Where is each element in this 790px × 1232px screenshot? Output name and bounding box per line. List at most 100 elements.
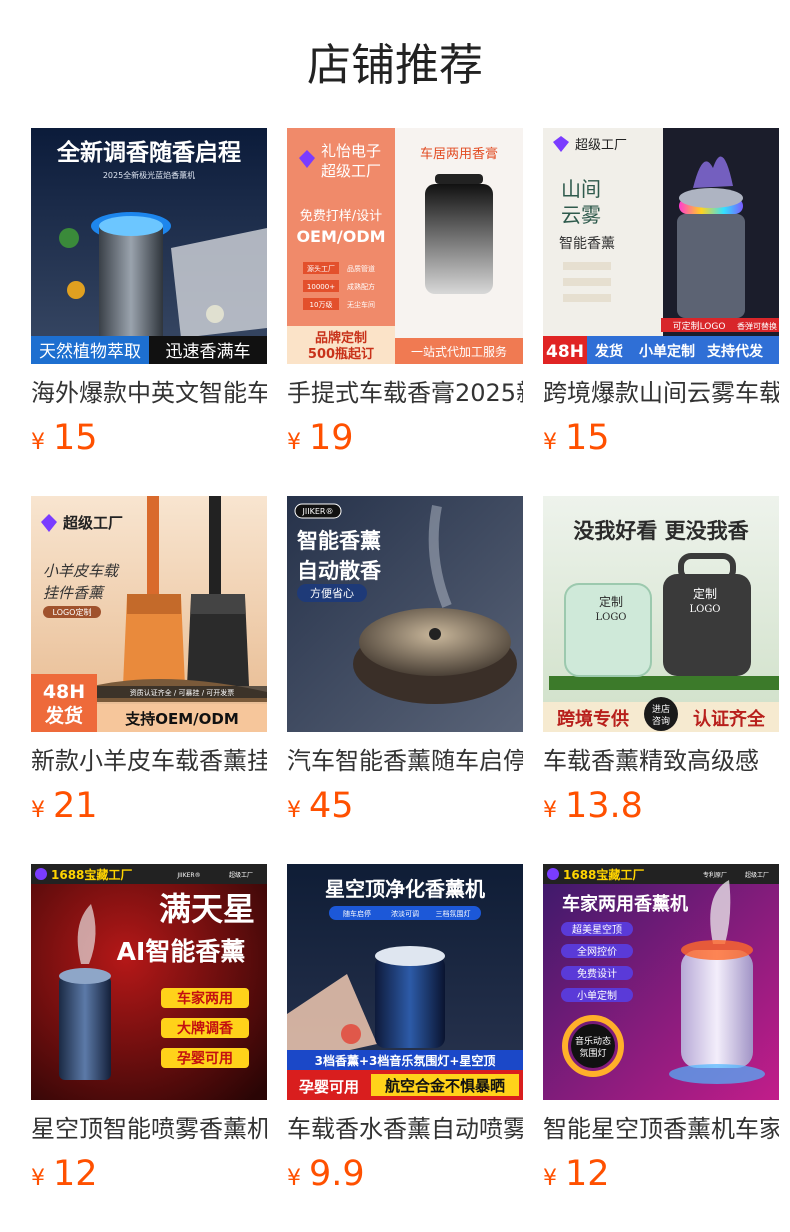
image-text: 定制 xyxy=(599,594,623,609)
image-text: 3档香薰+3档音乐氛围灯+星空顶 xyxy=(315,1053,496,1068)
product-card[interactable]: 1688宝藏工厂 专利原厂 超级工厂 车家两用香薰机 超美星空顶 全网控价 免费… xyxy=(543,864,779,1228)
product-image[interactable]: 星空顶净化香薰机 随车启停 浓淡可调 三档氛围灯 3档香薰+3档音乐氛围灯+星空… xyxy=(287,864,523,1100)
product-card[interactable]: 超级工厂 山间 云雾 智能香薰 可定制LOGO 香弹可替换 48H 发货 小单定… xyxy=(543,128,779,492)
currency-symbol: ¥ xyxy=(31,798,45,823)
image-text: 音乐动态 xyxy=(575,1035,611,1047)
price-value: 15 xyxy=(565,418,610,458)
product-name[interactable]: 手提式车载香膏2025新款 xyxy=(287,376,523,410)
image-text: 满天星 xyxy=(159,890,255,928)
price-value: 13.8 xyxy=(565,786,643,826)
product-image[interactable]: 全新调香随香启程 2025全新极光蓝焰香薰机 天然植物萃取 迅速香满车 xyxy=(31,128,267,364)
image-text: 挂件香薰 xyxy=(43,584,105,602)
image-text: 500瓶起订 xyxy=(308,346,374,362)
image-text: 小单定制 xyxy=(639,343,695,360)
image-text: 1688宝藏工厂 xyxy=(563,867,644,882)
currency-symbol: ¥ xyxy=(287,430,301,455)
product-price: ¥12 xyxy=(31,1154,267,1194)
image-text: 超美星空顶 xyxy=(572,923,622,936)
image-text: 自动散香 xyxy=(297,559,382,583)
product-image[interactable]: 礼怡电子 超级工厂 车居两用香膏 免费打样/设计 OEM/ODM 源头工厂 品质… xyxy=(287,128,523,364)
product-card[interactable]: 1688宝藏工厂 JIIKER® 超级工厂 满天星 AI智能香薰 车家两用 大牌… xyxy=(31,864,267,1228)
image-text: 超级工厂 xyxy=(745,871,769,879)
image-text: 免费设计 xyxy=(577,967,617,980)
image-text: 星空顶净化香薰机 xyxy=(325,877,485,901)
product-price: ¥15 xyxy=(31,418,267,458)
image-text: 成熟配方 xyxy=(347,282,375,291)
image-text: 小单定制 xyxy=(577,989,617,1002)
product-price: ¥21 xyxy=(31,786,267,826)
image-text: 发货 xyxy=(594,343,623,360)
price-value: 15 xyxy=(53,418,98,458)
product-name[interactable]: 车载香水香薰自动喷雾 xyxy=(287,1112,523,1146)
image-text: 资质认证齐全 / 可暴挂 / 可开发票 xyxy=(130,688,235,697)
image-text: 随车启停 xyxy=(343,909,371,918)
image-text: 山间 xyxy=(561,177,601,201)
image-text: LOGO xyxy=(595,612,626,623)
image-text: 品牌定制 xyxy=(315,330,367,346)
product-card[interactable]: 全新调香随香启程 2025全新极光蓝焰香薰机 天然植物萃取 迅速香满车 海外爆款… xyxy=(31,128,267,492)
image-text: 孕婴可用 xyxy=(177,1050,233,1067)
image-text: 48H xyxy=(43,681,85,703)
product-image[interactable]: 超级工厂 山间 云雾 智能香薰 可定制LOGO 香弹可替换 48H 发货 小单定… xyxy=(543,128,779,364)
image-text: 超级工厂 xyxy=(575,138,627,153)
image-text: 发货 xyxy=(44,704,83,727)
price-value: 12 xyxy=(565,1154,610,1194)
image-text: 氛围灯 xyxy=(579,1047,606,1059)
product-name[interactable]: 新款小羊皮车载香薰挂件 xyxy=(31,744,267,778)
product-image[interactable]: 没我好看 更没我香 定制 LOGO 定制 LOGO 跨境专供 进店 咨询 认证齐… xyxy=(543,496,779,732)
image-text: 源头工厂 xyxy=(307,264,335,273)
product-name[interactable]: 跨境爆款山间云雾车载香薰 xyxy=(543,376,779,410)
image-text: 免费打样/设计 xyxy=(300,209,382,224)
image-text: 跨境专供 xyxy=(557,708,629,730)
product-name[interactable]: 汽车智能香薰随车启停 xyxy=(287,744,523,778)
price-value: 12 xyxy=(53,1154,98,1194)
product-price: ¥45 xyxy=(287,786,523,826)
image-text: 进店 xyxy=(652,703,670,715)
image-text: AI智能香薰 xyxy=(117,937,246,966)
product-image[interactable]: 1688宝藏工厂 专利原厂 超级工厂 车家两用香薰机 超美星空顶 全网控价 免费… xyxy=(543,864,779,1100)
image-text: 天然植物萃取 xyxy=(39,342,141,362)
image-text: 大牌调香 xyxy=(177,1020,234,1037)
product-name[interactable]: 海外爆款中英文智能车载香薰机 xyxy=(31,376,267,410)
image-text: JIIKER® xyxy=(176,872,200,879)
product-image[interactable]: JIIKER® 智能香薰 自动散香 方便省心 xyxy=(287,496,523,732)
image-text: 咨询 xyxy=(652,715,670,727)
image-text: 车家两用香薰机 xyxy=(562,893,688,915)
product-grid: 全新调香随香启程 2025全新极光蓝焰香薰机 天然植物萃取 迅速香满车 海外爆款… xyxy=(31,128,779,1228)
image-text: 超级工厂 xyxy=(229,871,253,879)
product-name[interactable]: 车载香薰精致高级感 xyxy=(543,744,779,778)
image-text: OEM/ODM xyxy=(296,227,385,246)
image-text: 全网控价 xyxy=(577,945,617,958)
image-text: 航空合金不惧暴晒 xyxy=(385,1077,505,1095)
product-card[interactable]: 没我好看 更没我香 定制 LOGO 定制 LOGO 跨境专供 进店 咨询 认证齐… xyxy=(543,496,779,860)
product-image[interactable]: 超级工厂 小羊皮车载 挂件香薰 LOGO定制 48H 发货 资质认证齐全 / 可… xyxy=(31,496,267,732)
currency-symbol: ¥ xyxy=(287,798,301,823)
currency-symbol: ¥ xyxy=(31,1166,45,1191)
image-text: JIIKER® xyxy=(302,507,334,516)
image-text: 智能香薰 xyxy=(559,236,615,252)
image-text: 一站式代加工服务 xyxy=(411,344,507,359)
image-text: LOGO xyxy=(689,604,720,615)
product-price: ¥12 xyxy=(543,1154,779,1194)
product-name[interactable]: 星空顶智能喷雾香薰机 xyxy=(31,1112,267,1146)
image-text: 10000+ xyxy=(307,283,335,291)
product-card[interactable]: JIIKER® 智能香薰 自动散香 方便省心 汽车智能香薰随车启停 ¥45 xyxy=(287,496,523,860)
product-card[interactable]: 星空顶净化香薰机 随车启停 浓淡可调 三档氛围灯 3档香薰+3档音乐氛围灯+星空… xyxy=(287,864,523,1228)
image-text: 方便省心 xyxy=(310,586,354,600)
image-text: 支持OEM/ODM xyxy=(124,710,239,728)
image-text: 48H xyxy=(546,342,584,362)
image-text: 迅速香满车 xyxy=(166,342,251,362)
image-text: 支持代发 xyxy=(706,343,764,360)
product-card[interactable]: 礼怡电子 超级工厂 车居两用香膏 免费打样/设计 OEM/ODM 源头工厂 品质… xyxy=(287,128,523,492)
image-text: 车居两用香膏 xyxy=(420,146,498,162)
image-text: 超级工厂 xyxy=(62,514,123,532)
image-text: 车家两用 xyxy=(177,990,233,1007)
product-image[interactable]: 1688宝藏工厂 JIIKER® 超级工厂 满天星 AI智能香薰 车家两用 大牌… xyxy=(31,864,267,1100)
image-text: 孕婴可用 xyxy=(299,1078,359,1096)
product-name[interactable]: 智能星空顶香薰机车家两用 xyxy=(543,1112,779,1146)
product-card[interactable]: 超级工厂 小羊皮车载 挂件香薰 LOGO定制 48H 发货 资质认证齐全 / 可… xyxy=(31,496,267,860)
image-text: 定制 xyxy=(693,586,717,601)
price-value: 45 xyxy=(309,786,354,826)
price-value: 9.9 xyxy=(309,1154,365,1194)
image-text: 品质管道 xyxy=(347,264,375,273)
